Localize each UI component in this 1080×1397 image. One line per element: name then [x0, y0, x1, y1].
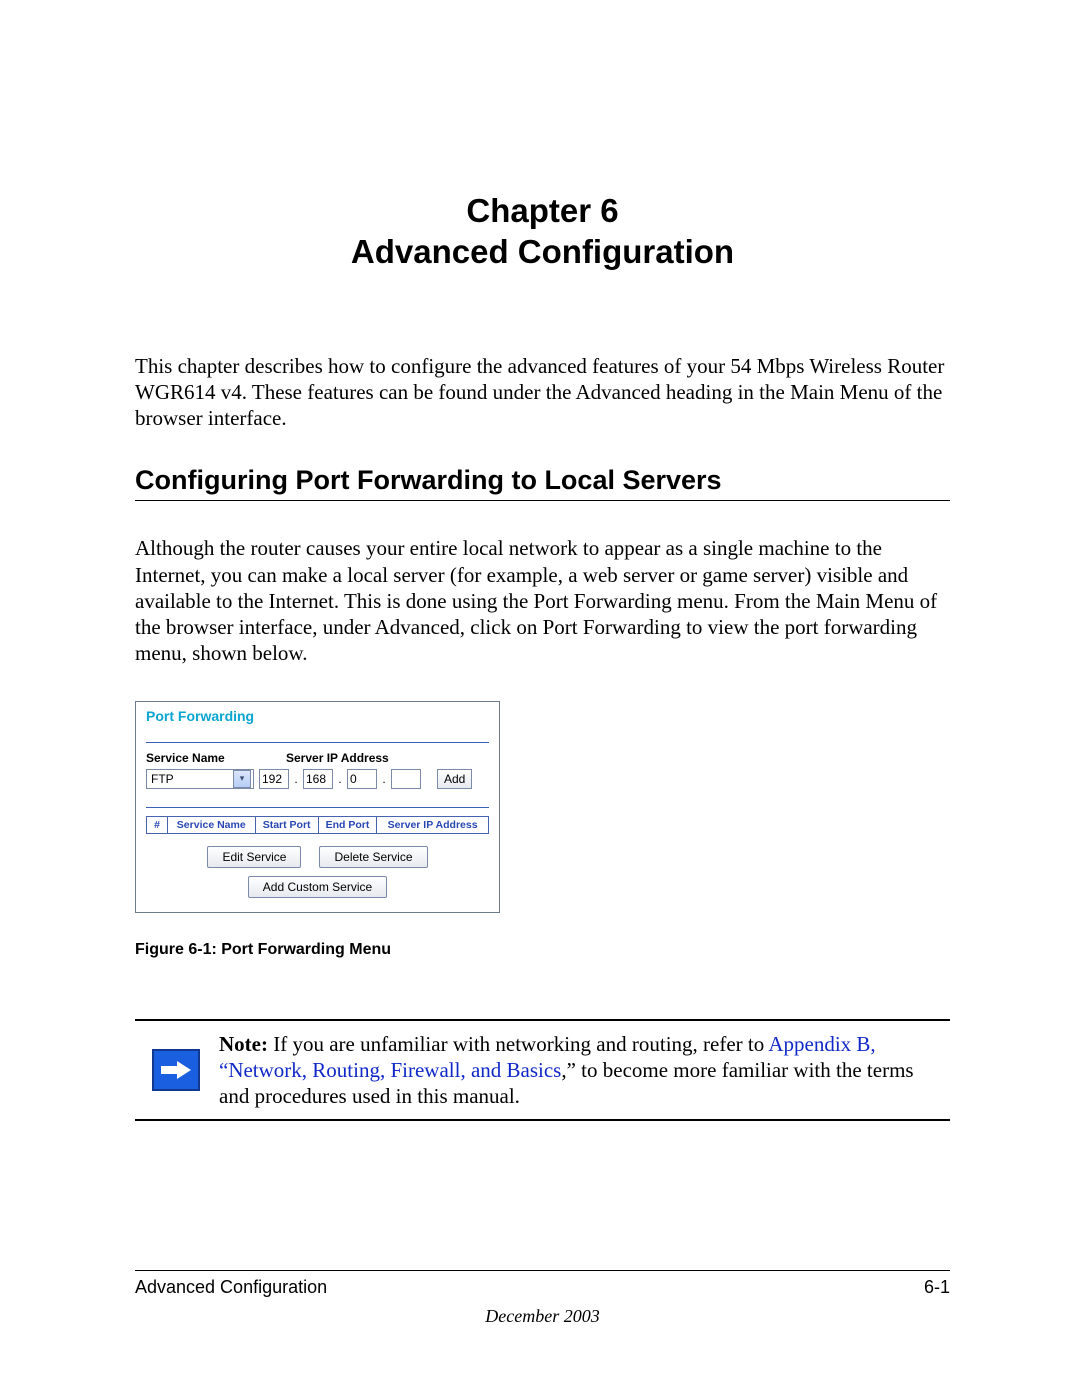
footer-rule — [135, 1270, 950, 1271]
col-server-ip: Server IP Address — [377, 816, 489, 833]
chevron-down-icon: ▾ — [233, 770, 251, 788]
chapter-title: Chapter 6 Advanced Configuration — [135, 190, 950, 273]
col-start-port: Start Port — [255, 816, 318, 833]
pf-input-row: FTP ▾ 192 . 168 . 0 . Add — [146, 769, 489, 789]
ip-octet-3[interactable]: 0 — [347, 769, 377, 789]
page-footer: Advanced Configuration 6-1 December 2003 — [135, 1270, 950, 1327]
section-paragraph: Although the router causes your entire l… — [135, 535, 950, 666]
pf-button-row: Edit Service Delete Service — [146, 846, 489, 868]
dot: . — [294, 772, 298, 786]
col-service-name: Service Name — [168, 816, 256, 833]
ip-octet-2[interactable]: 168 — [303, 769, 333, 789]
manual-page: Chapter 6 Advanced Configuration This ch… — [0, 0, 1080, 1397]
divider — [146, 742, 489, 743]
note-prefix: Note: — [219, 1032, 268, 1056]
footer-date: December 2003 — [135, 1306, 950, 1327]
dot: . — [382, 772, 386, 786]
col-end-port: End Port — [318, 816, 377, 833]
note-box: Note: If you are unfamiliar with network… — [135, 1019, 950, 1122]
server-ip-label: Server IP Address — [286, 751, 389, 765]
note-before-link: If you are unfamiliar with networking an… — [268, 1032, 768, 1056]
port-forwarding-figure: Port Forwarding Service Name Server IP A… — [135, 701, 500, 913]
figure-caption: Figure 6-1: Port Forwarding Menu — [135, 941, 950, 959]
pf-title: Port Forwarding — [146, 708, 489, 724]
footer-row: Advanced Configuration 6-1 — [135, 1277, 950, 1298]
service-name-select[interactable]: FTP ▾ — [146, 769, 254, 789]
edit-service-button[interactable]: Edit Service — [207, 846, 301, 868]
note-text: Note: If you are unfamiliar with network… — [217, 1021, 950, 1120]
pf-labels-row: Service Name Server IP Address — [146, 751, 489, 765]
add-button[interactable]: Add — [437, 769, 472, 789]
section-heading: Configuring Port Forwarding to Local Ser… — [135, 465, 950, 501]
note-icon-cell — [135, 1021, 217, 1120]
add-custom-service-button[interactable]: Add Custom Service — [248, 876, 387, 898]
pf-services-table: # Service Name Start Port End Port Serve… — [146, 816, 489, 834]
pf-button-row-2: Add Custom Service — [146, 876, 489, 898]
ip-octet-4[interactable] — [391, 769, 421, 789]
chapter-name: Advanced Configuration — [135, 231, 950, 272]
col-num: # — [147, 816, 168, 833]
footer-page-number: 6-1 — [924, 1277, 950, 1298]
service-name-label: Service Name — [146, 751, 286, 765]
intro-paragraph: This chapter describes how to configure … — [135, 353, 950, 432]
chapter-number: Chapter 6 — [135, 190, 950, 231]
divider — [146, 807, 489, 808]
arrow-right-icon — [152, 1049, 200, 1091]
footer-left: Advanced Configuration — [135, 1277, 327, 1298]
service-name-value: FTP — [151, 772, 174, 786]
delete-service-button[interactable]: Delete Service — [319, 846, 427, 868]
ip-octet-1[interactable]: 192 — [259, 769, 289, 789]
dot: . — [338, 772, 342, 786]
